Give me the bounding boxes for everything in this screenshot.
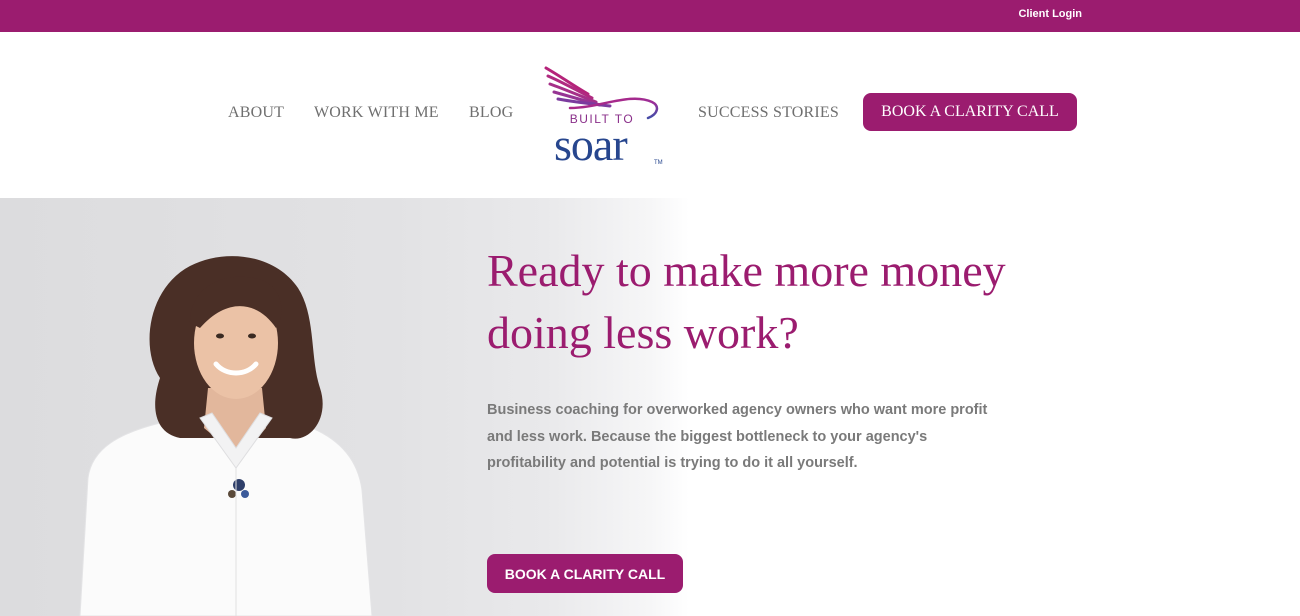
site-header: ABOUT WORK WITH ME BLOG BUILT TO soar TM… (0, 32, 1300, 198)
logo-trademark: TM (654, 160, 663, 166)
book-clarity-call-button-header[interactable]: BOOK A CLARITY CALL (863, 93, 1077, 131)
coach-portrait-image (79, 256, 373, 616)
nav-about[interactable]: ABOUT (228, 104, 284, 122)
book-clarity-call-button-hero[interactable]: BOOK A CLARITY CALL (487, 554, 683, 593)
hero-section: Ready to make more money doing less work… (0, 198, 1300, 616)
nav-blog[interactable]: BLOG (469, 104, 513, 122)
logo-soar: soar (554, 119, 628, 170)
nav-success-stories[interactable]: SUCCESS STORIES (698, 104, 839, 122)
hero-subtext: Business coaching for overworked agency … (487, 402, 988, 471)
top-bar: Client Login (0, 0, 1300, 32)
client-login-link[interactable]: Client Login (1018, 8, 1082, 20)
nav-work-with-me[interactable]: WORK WITH ME (314, 104, 439, 122)
logo[interactable]: BUILT TO soar TM (540, 64, 668, 172)
hero-headline: Ready to make more money doing less work… (487, 245, 1006, 358)
